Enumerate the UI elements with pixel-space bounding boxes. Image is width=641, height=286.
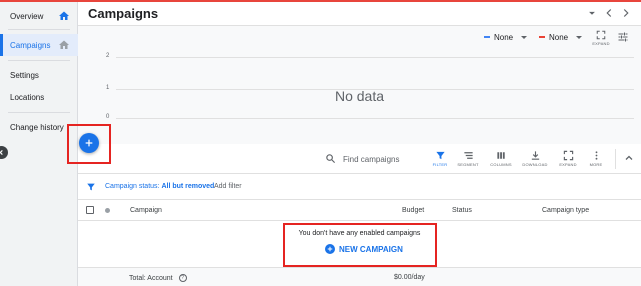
metric-select-2[interactable]: None xyxy=(539,30,583,44)
sidebar-item-label: Settings xyxy=(10,70,39,80)
caret-down-icon[interactable] xyxy=(585,6,599,20)
y-axis-tick: 2 xyxy=(106,53,110,59)
sidebar-item-locations[interactable]: Locations xyxy=(0,86,78,108)
download-button[interactable]: DOWNLOAD xyxy=(522,150,548,167)
select-all-checkbox[interactable] xyxy=(86,206,94,214)
column-header-campaign-type[interactable]: Campaign type xyxy=(542,207,589,214)
page-title: Campaigns xyxy=(88,6,159,21)
chevron-right-icon[interactable] xyxy=(619,6,633,20)
tool-label: MORE xyxy=(589,162,603,167)
column-header-campaign[interactable]: Campaign xyxy=(130,207,162,214)
metric-select-1[interactable]: None xyxy=(484,30,528,44)
tune-icon[interactable] xyxy=(617,31,629,43)
table-footer-total: Total: Account ? $0.00/day xyxy=(78,267,641,286)
y-axis-tick: 0 xyxy=(106,114,110,120)
filter-icon xyxy=(87,183,95,191)
filter-button[interactable]: FILTER xyxy=(427,150,453,167)
metric-color-swatch xyxy=(484,36,490,38)
no-data-message: No data xyxy=(334,88,385,104)
search-icon xyxy=(326,154,336,164)
columns-button[interactable]: COLUMNS xyxy=(488,150,514,167)
page-header: Campaigns xyxy=(78,2,641,26)
filter-chip-value: All but removed xyxy=(161,183,215,190)
segment-icon xyxy=(463,152,473,159)
campaign-status-filter-chip[interactable]: Campaign status: All but removed xyxy=(105,183,214,190)
tool-label: COLUMNS xyxy=(490,162,512,167)
help-icon[interactable]: ? xyxy=(178,274,187,282)
columns-icon xyxy=(496,152,505,159)
status-dot-icon xyxy=(105,208,110,213)
sidebar-item-label: Locations xyxy=(10,92,45,102)
performance-chart: None None EXPAND 2 1 0 No data xyxy=(78,26,641,144)
tool-label: DOWNLOAD xyxy=(522,162,548,167)
column-header-status[interactable]: Status xyxy=(452,207,472,214)
sidebar-item-label: Change history xyxy=(10,122,64,132)
chevron-up-icon[interactable] xyxy=(623,152,635,164)
sidebar-item-label: Campaigns xyxy=(10,40,51,50)
fullscreen-icon xyxy=(596,30,606,40)
caret-down-icon xyxy=(576,35,583,39)
chart-expand-button[interactable]: EXPAND xyxy=(592,30,610,46)
expand-table-button[interactable]: EXPAND xyxy=(555,150,581,167)
sidebar-item-overview[interactable]: Overview xyxy=(0,5,78,27)
chevron-left-icon[interactable] xyxy=(602,6,616,20)
table-header: Campaign Budget Status Campaign type xyxy=(78,200,641,221)
column-header-budget[interactable]: Budget xyxy=(402,207,424,214)
total-row-label: Total: Account ? xyxy=(129,274,187,282)
search-input[interactable] xyxy=(343,153,425,165)
chevron-left-icon xyxy=(0,150,3,155)
sidebar-divider xyxy=(8,60,70,61)
add-filter-link[interactable]: Add filter xyxy=(214,183,242,190)
sidebar-item-label: Overview xyxy=(10,11,44,21)
grid-line xyxy=(116,118,634,119)
home-icon xyxy=(59,40,69,49)
sidebar-divider xyxy=(8,112,70,113)
expand-icon xyxy=(563,150,573,161)
sidebar-item-campaigns[interactable]: Campaigns xyxy=(0,34,78,56)
download-icon xyxy=(531,151,539,160)
toolbar-divider xyxy=(615,149,616,169)
tool-label: SEGMENT xyxy=(457,162,479,167)
home-icon xyxy=(59,11,69,20)
tool-label: FILTER xyxy=(432,162,448,167)
metric-select-value: None xyxy=(549,32,569,42)
total-label: Total: Account xyxy=(129,274,173,282)
sidebar-item-settings[interactable]: Settings xyxy=(0,64,78,86)
caret-down-icon xyxy=(521,35,528,39)
filter-icon xyxy=(435,151,445,160)
filter-chip-prefix: Campaign status: xyxy=(105,183,160,190)
total-budget-value: $0.00/day xyxy=(394,274,425,281)
more-button[interactable]: MORE xyxy=(583,150,609,167)
segment-button[interactable]: SEGMENT xyxy=(455,150,481,167)
sidebar-divider xyxy=(8,29,70,30)
grid-line xyxy=(116,57,634,58)
more-vert-icon xyxy=(595,151,597,160)
metric-select-value: None xyxy=(494,32,514,42)
filter-bar: Campaign status: All but removed Add fil… xyxy=(78,174,641,200)
chart-expand-label: EXPAND xyxy=(592,41,610,46)
annotation-highlight-box xyxy=(283,223,437,267)
tool-label: EXPAND xyxy=(559,162,577,167)
table-toolbar: FILTER SEGMENT COLUMNS DOWNLOAD EXPAND M… xyxy=(78,144,641,174)
metric-color-swatch xyxy=(539,36,545,38)
